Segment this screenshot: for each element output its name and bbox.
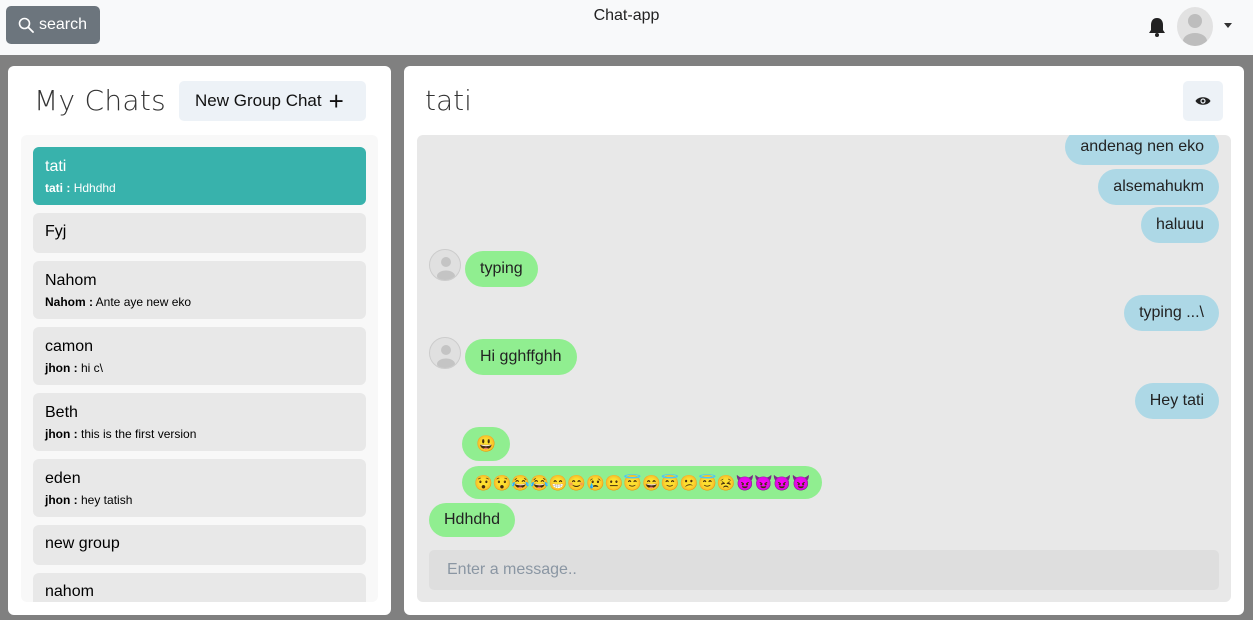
message-bubble: andenag nen eko [1065, 135, 1219, 165]
chat-title: tati [425, 84, 472, 117]
chat-item-nahom-2[interactable]: nahom [33, 573, 366, 602]
chat-name: Nahom [45, 272, 97, 289]
chat-name: Fyj [45, 223, 67, 240]
message-bubble: haluuu [1140, 207, 1219, 243]
app-title: Chat-app [593, 7, 660, 24]
new-group-chat-label: New Group Chat [195, 91, 322, 110]
chat-latest-sender: tati : [45, 181, 71, 195]
chat-item-fyj[interactable]: Fyj [33, 213, 366, 253]
chat-latest-sender: jhon : [45, 427, 78, 441]
top-bar: search Chat-app [0, 0, 1253, 55]
plus-icon: + [328, 86, 344, 116]
message-input[interactable] [429, 550, 1219, 590]
chat-latest-sender: jhon : [45, 493, 78, 507]
chat-latest-text: hi c\ [81, 361, 104, 375]
my-chats-title: My Chats [34, 84, 167, 117]
chat-latest-sender: Nahom : [45, 295, 93, 309]
chat-name: eden [45, 470, 81, 487]
chat-item-camon[interactable]: camon jhon : hi c\ [33, 327, 366, 385]
message-bubble: typing [465, 251, 538, 287]
message-bubble: typing ...\ [1124, 295, 1219, 331]
chat-latest-message: jhon : hi c\ [45, 361, 103, 375]
chat-name: new group [45, 535, 120, 552]
chat-item-eden[interactable]: eden jhon : hey tatish [33, 459, 366, 517]
chevron-down-icon[interactable] [1224, 23, 1232, 28]
my-chats-panel: My Chats New Group Chat + tati tati : Hd… [8, 66, 391, 615]
chat-latest-text: Hdhdhd [73, 181, 116, 195]
sender-avatar[interactable] [429, 337, 461, 369]
chat-name: tati [45, 158, 67, 175]
chat-latest-message: tati : Hdhdhd [45, 181, 116, 195]
message-bubble: Hdhdhd [429, 503, 516, 537]
chat-item-beth[interactable]: Beth jhon : this is the first version [33, 393, 366, 451]
message-bubble: Hey tati [1134, 383, 1219, 419]
chat-panel: tati andenag nen eko alsemahukm haluuu t… [404, 66, 1244, 615]
message-area[interactable]: andenag nen eko alsemahukm haluuu typing… [417, 135, 1231, 602]
eye-icon [1195, 97, 1211, 105]
chat-list[interactable]: tati tati : Hdhdhd Fyj Nahom Nahom : Ant… [21, 135, 378, 602]
chat-item-nahom[interactable]: Nahom Nahom : Ante aye new eko [33, 261, 366, 319]
chat-latest-message: jhon : this is the first version [45, 427, 196, 441]
chat-item-new-group[interactable]: new group [33, 525, 366, 565]
chat-latest-message: jhon : hey tatish [45, 493, 132, 507]
chat-latest-sender: jhon : [45, 361, 78, 375]
chat-latest-text: Ante aye new eko [95, 295, 192, 309]
message-bubble: Hi gghffghh [465, 339, 577, 375]
chat-name: Beth [45, 404, 78, 421]
message-bubble: 😃 [462, 427, 510, 461]
message-bubble: 😯😯😂😂😁😊😢😐😇😄😇😕😇😣😈😈😈😈 [462, 466, 823, 499]
user-avatar[interactable] [1177, 7, 1213, 46]
chat-latest-text: this is the first version [81, 427, 197, 441]
chat-item-tati[interactable]: tati tati : Hdhdhd [33, 147, 366, 205]
chat-latest-message: Nahom : Ante aye new eko [45, 295, 191, 309]
chat-name: nahom [45, 583, 94, 600]
new-group-chat-button[interactable]: New Group Chat + [179, 81, 366, 121]
chat-name: camon [45, 338, 94, 355]
bell-icon[interactable] [1146, 16, 1168, 38]
message-bubble: alsemahukm [1098, 169, 1219, 205]
chat-latest-text: hey tatish [81, 493, 133, 507]
sender-avatar[interactable] [429, 249, 461, 281]
view-profile-button[interactable] [1183, 81, 1223, 121]
